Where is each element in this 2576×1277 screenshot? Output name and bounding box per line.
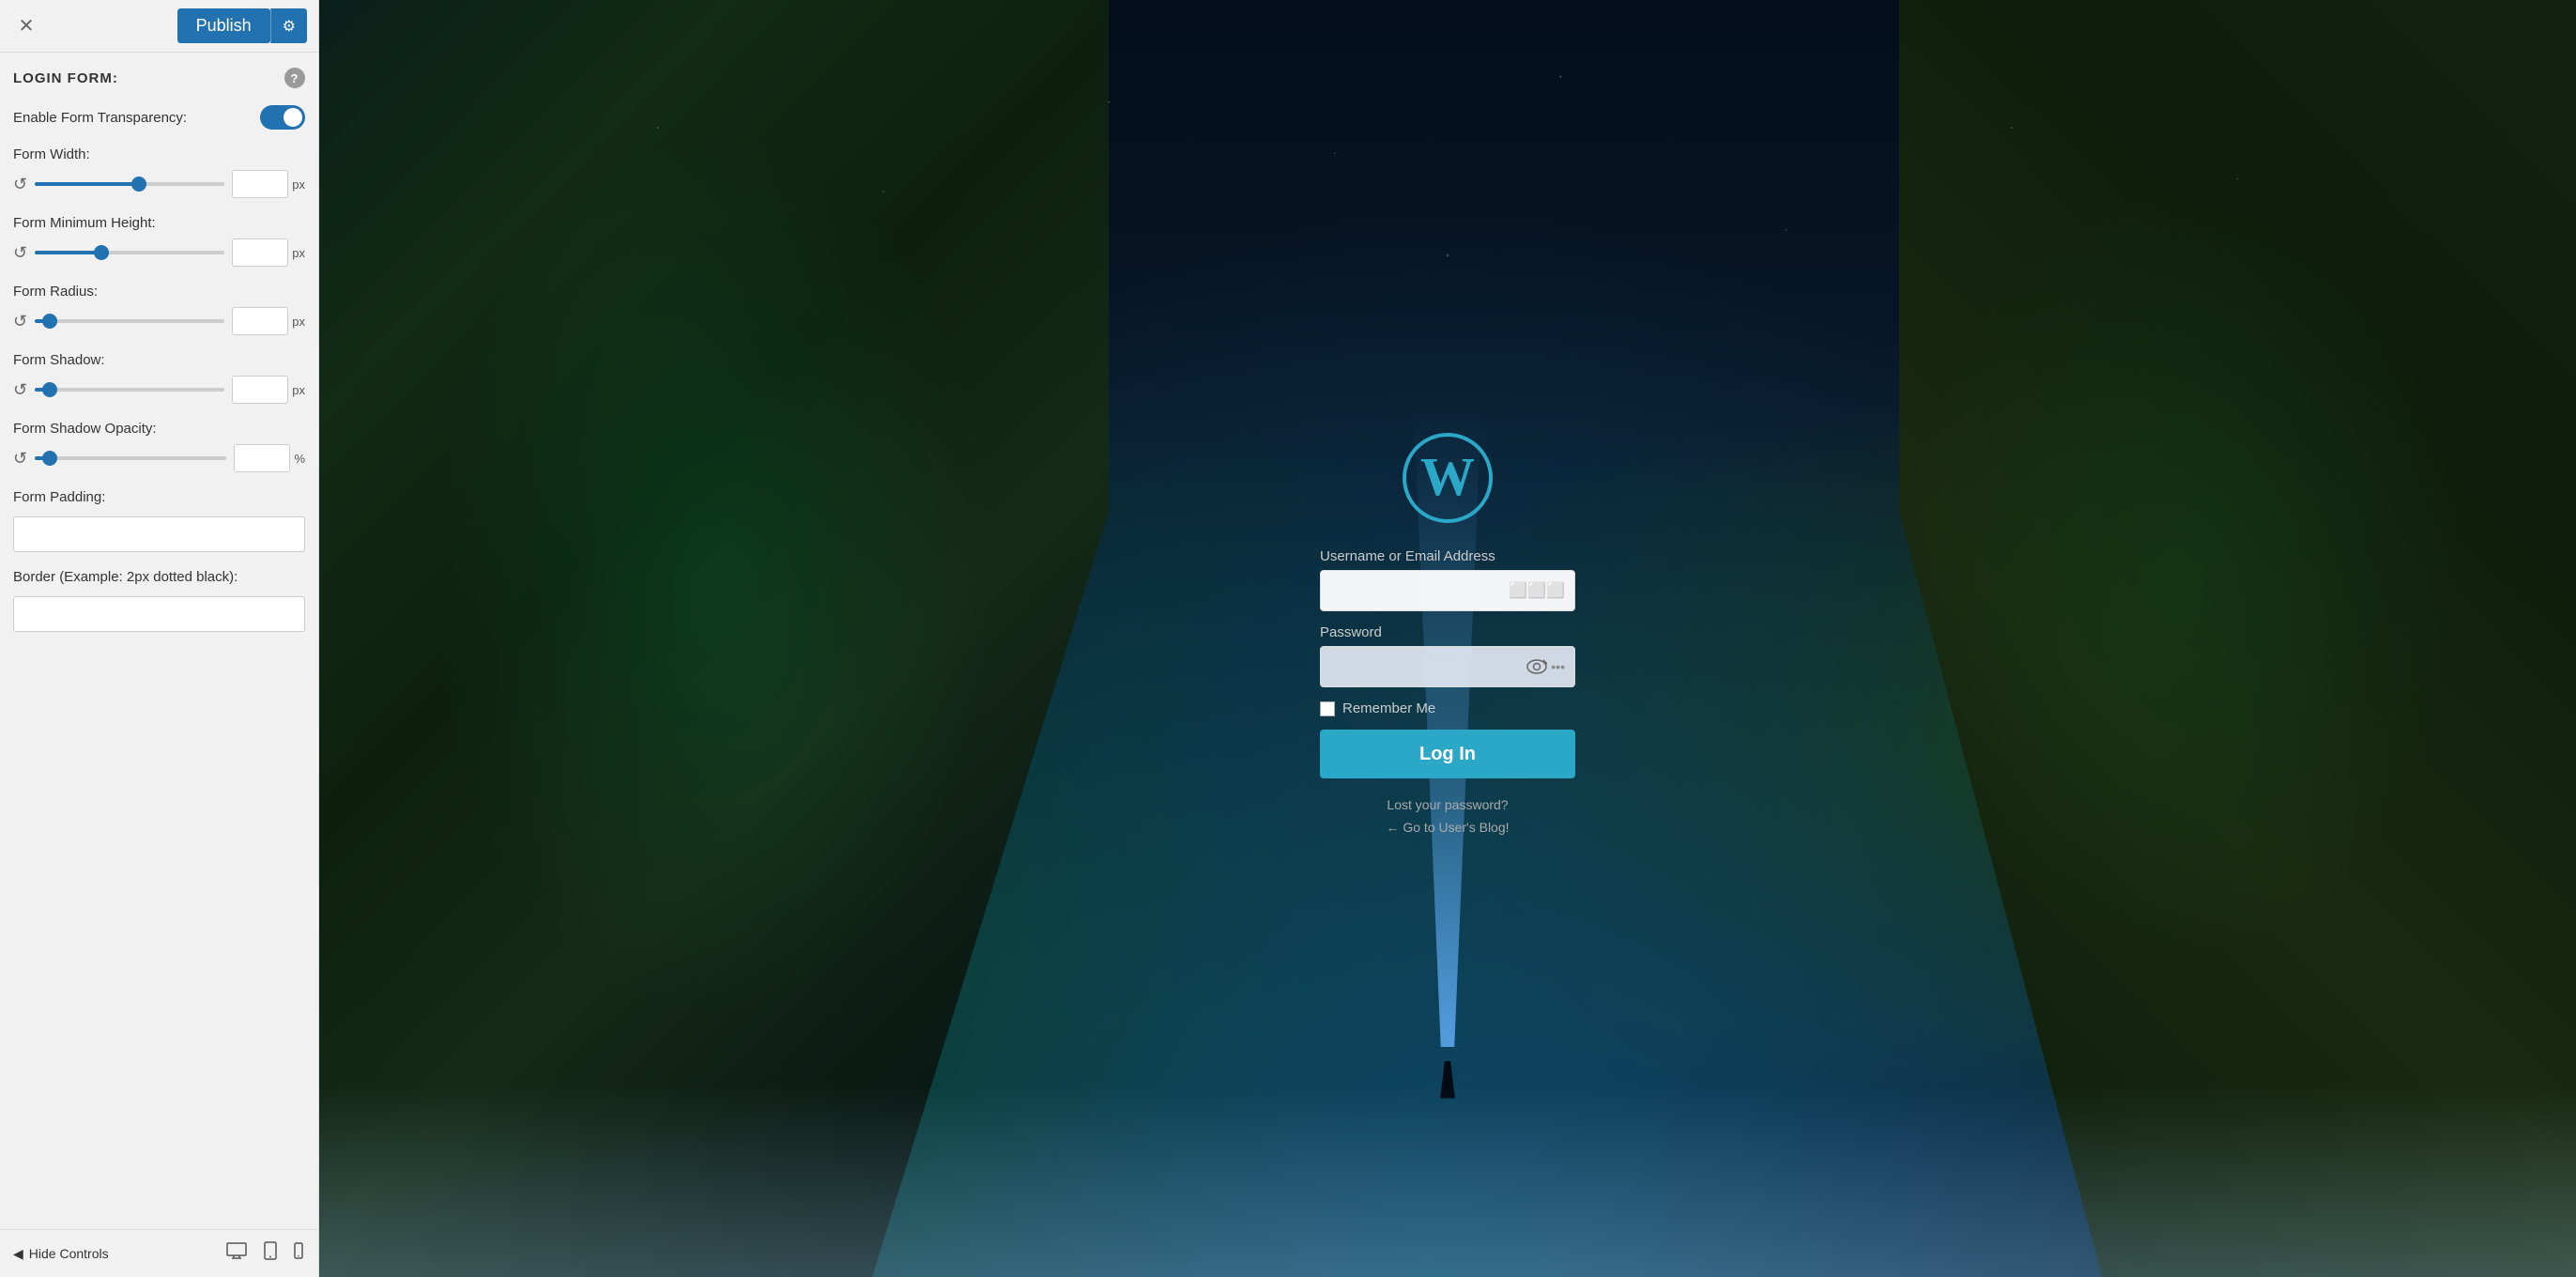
form-width-slider-row: ↺ 350 px (13, 170, 305, 198)
device-icons (224, 1239, 305, 1268)
transparency-toggle[interactable] (260, 105, 305, 130)
snow-bottom (319, 1085, 2576, 1277)
publish-button[interactable]: Publish (177, 8, 270, 43)
form-shadow-reset[interactable]: ↺ (13, 381, 27, 398)
wp-logo: W (1401, 431, 1495, 548)
hide-icon: ◀ (13, 1246, 23, 1262)
remember-me-label: Remember Me (1342, 700, 1435, 716)
form-min-height-label: Form Minimum Height: (13, 215, 305, 231)
remember-me-row: Remember Me (1320, 700, 1575, 716)
form-min-height-unit: px (292, 246, 305, 260)
form-shadow-opacity-track[interactable] (35, 456, 226, 460)
form-radius-reset[interactable]: ↺ (13, 313, 27, 330)
form-shadow-opacity-label: Form Shadow Opacity: (13, 421, 305, 437)
form-width-unit: px (292, 177, 305, 192)
form-min-height-track[interactable] (35, 251, 224, 254)
form-shadow-track[interactable] (35, 388, 224, 392)
border-input[interactable] (13, 596, 305, 632)
form-shadow-opacity-input-group: 0 % (234, 444, 305, 472)
form-shadow-unit: px (292, 383, 305, 397)
form-padding-label: Form Padding: (13, 489, 305, 505)
form-shadow-opacity-input[interactable]: 0 (234, 444, 290, 472)
form-width-input[interactable]: 350 (232, 170, 288, 198)
form-width-input-group: 350 px (232, 170, 305, 198)
goto-blog-link[interactable]: ← Go to User's Blog! (1386, 820, 1509, 835)
hide-controls-button[interactable]: ◀ Hide Controls (13, 1246, 109, 1262)
publish-group: Publish ⚙ (177, 8, 307, 43)
form-shadow-opacity-reset[interactable]: ↺ (13, 450, 27, 467)
form-shadow-opacity-slider-row: ↺ 0 % (13, 444, 305, 472)
form-radius-input[interactable]: 0 (232, 307, 288, 335)
form-width-reset[interactable]: ↺ (13, 176, 27, 192)
form-width-track[interactable] (35, 182, 224, 186)
form-shadow-opacity-unit: % (294, 452, 305, 466)
form-shadow-slider-row: ↺ 0 px (13, 376, 305, 404)
form-padding-row: Form Padding: 0 24px 12px (13, 489, 305, 552)
border-label: Border (Example: 2px dotted black): (13, 569, 305, 585)
form-radius-track[interactable] (35, 319, 224, 323)
remember-me-checkbox[interactable] (1320, 701, 1335, 716)
svg-text:W: W (1420, 446, 1475, 507)
desktop-view-button[interactable] (224, 1239, 249, 1268)
mobile-view-button[interactable] (292, 1239, 305, 1268)
form-shadow-row: Form Shadow: ↺ 0 px (13, 352, 305, 404)
publish-settings-button[interactable]: ⚙ (270, 8, 307, 43)
form-width-label: Form Width: (13, 146, 305, 162)
username-input[interactable]: ⬜⬜⬜ (1320, 570, 1575, 611)
border-row: Border (Example: 2px dotted black): (13, 569, 305, 632)
form-shadow-label: Form Shadow: (13, 352, 305, 368)
login-form-container: W Username or Email Address ⬜⬜⬜ Password… (1297, 431, 1598, 846)
controls-area: LOGIN FORM: ? Enable Form Transparency: … (0, 53, 318, 1229)
form-shadow-opacity-row: Form Shadow Opacity: ↺ 0 % (13, 421, 305, 472)
password-input-icon: ••• (1526, 659, 1565, 674)
form-transparency-row: Enable Form Transparency: (13, 105, 305, 130)
login-button[interactable]: Log In (1320, 730, 1575, 778)
form-transparency-label: Enable Form Transparency: (13, 105, 305, 130)
preview-area: W Username or Email Address ⬜⬜⬜ Password… (319, 0, 2576, 1277)
bottom-bar: ◀ Hide Controls (0, 1229, 318, 1277)
help-icon[interactable]: ? (284, 68, 305, 88)
left-panel: ✕ Publish ⚙ LOGIN FORM: ? Enable Form Tr… (0, 0, 319, 1277)
form-min-height-input[interactable]: 200 (232, 238, 288, 267)
form-min-height-row: Form Minimum Height: ↺ 200 px (13, 215, 305, 267)
form-radius-input-group: 0 px (232, 307, 305, 335)
form-min-height-slider-row: ↺ 200 px (13, 238, 305, 267)
username-input-icon: ⬜⬜⬜ (1509, 581, 1565, 600)
form-shadow-input[interactable]: 0 (232, 376, 288, 404)
top-bar: ✕ Publish ⚙ (0, 0, 318, 53)
tablet-view-button[interactable] (262, 1239, 279, 1268)
password-label: Password (1320, 624, 1575, 640)
form-radius-slider-row: ↺ 0 px (13, 307, 305, 335)
form-padding-input[interactable]: 0 24px 12px (13, 516, 305, 552)
username-label: Username or Email Address (1320, 548, 1575, 564)
form-width-row: Form Width: ↺ 350 px (13, 146, 305, 198)
form-min-height-input-group: 200 px (232, 238, 305, 267)
hide-controls-label: Hide Controls (29, 1246, 109, 1261)
form-min-height-reset[interactable]: ↺ (13, 244, 27, 261)
form-radius-unit: px (292, 315, 305, 329)
password-input[interactable]: ••• (1320, 646, 1575, 687)
lost-password-link[interactable]: Lost your password? (1387, 797, 1508, 812)
form-radius-row: Form Radius: ↺ 0 px (13, 284, 305, 335)
close-button[interactable]: ✕ (11, 11, 41, 41)
form-radius-label: Form Radius: (13, 284, 305, 300)
section-title: LOGIN FORM: ? (13, 68, 305, 88)
form-shadow-input-group: 0 px (232, 376, 305, 404)
